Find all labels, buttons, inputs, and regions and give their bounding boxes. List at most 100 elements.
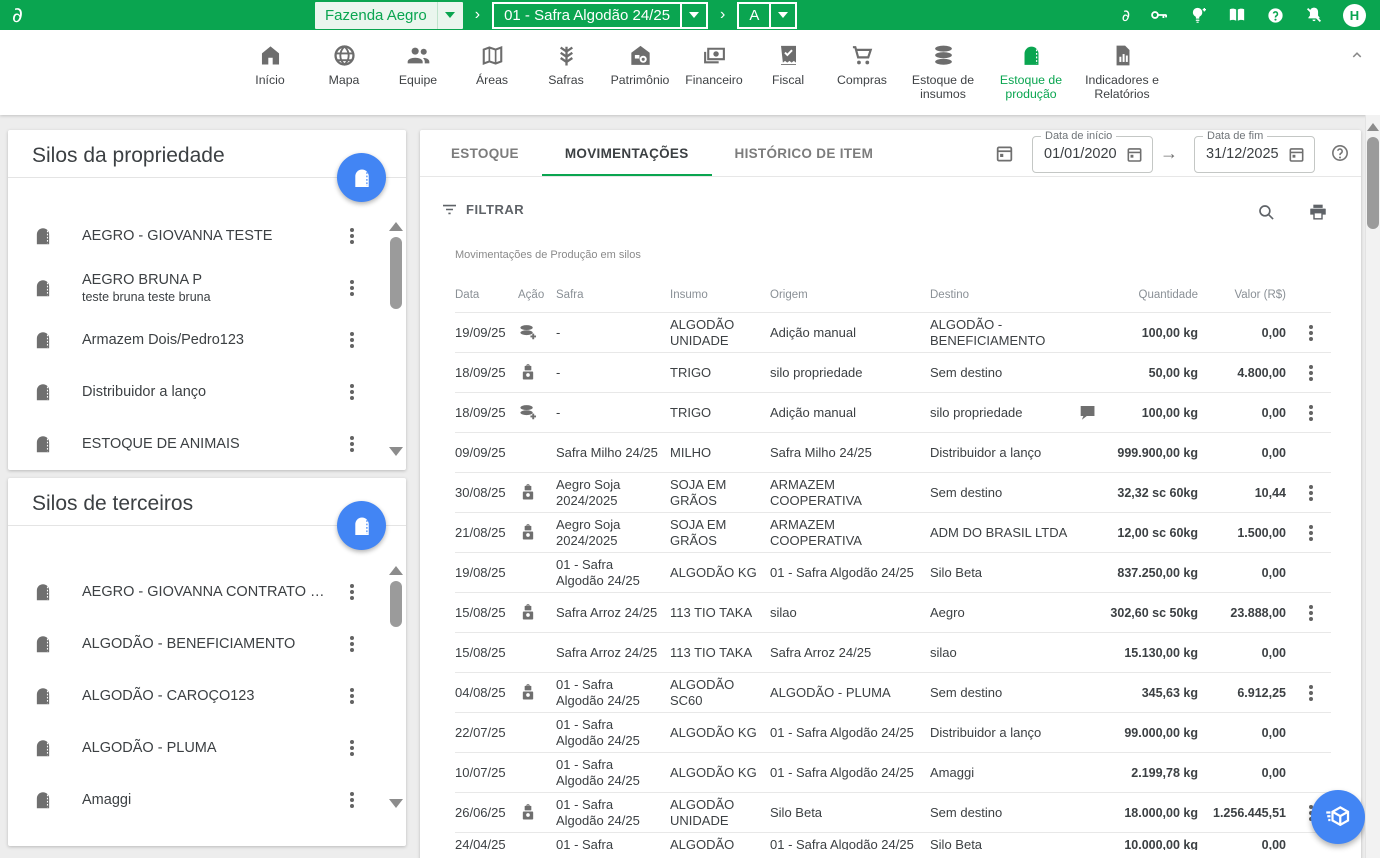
- scroll-down-icon[interactable]: [389, 799, 403, 808]
- scroll-up-icon[interactable]: [389, 222, 403, 231]
- stock-add-icon: [518, 402, 539, 423]
- silo-list-item[interactable]: ALGODÃO - BENEFICIAMENTO: [8, 618, 406, 670]
- user-avatar[interactable]: H: [1343, 4, 1366, 27]
- comment-icon[interactable]: [1078, 403, 1097, 422]
- filter-button[interactable]: FILTRAR: [440, 200, 524, 219]
- library-book-icon[interactable]: [1227, 5, 1247, 25]
- silo-menu-button[interactable]: [340, 632, 364, 656]
- row-menu-button[interactable]: [1299, 481, 1323, 505]
- nav-item-areas[interactable]: Áreas: [455, 43, 529, 87]
- silo-menu-button[interactable]: [340, 788, 364, 812]
- print-button[interactable]: [1304, 198, 1332, 226]
- silo-subtitle: teste bruna teste bruna: [82, 290, 211, 304]
- season-select[interactable]: 01 - Safra Algodão 24/25: [492, 2, 708, 29]
- stock-add-icon: [518, 322, 539, 343]
- property-silos-card: Silos da propriedade AEGRO - GIOVANNA TE…: [8, 130, 406, 470]
- silo-list-item[interactable]: AEGRO - GIOVANNA CONTRATO …: [8, 566, 406, 618]
- scrollbar-thumb[interactable]: [390, 237, 402, 309]
- row-menu-button[interactable]: [1299, 601, 1323, 625]
- plot-select-caret[interactable]: [769, 4, 795, 27]
- row-menu-button[interactable]: [1299, 321, 1323, 345]
- date-range-arrow: →: [1160, 143, 1178, 164]
- receipt-icon: [776, 43, 801, 68]
- silo-list-item[interactable]: ALGODÃO - CAROÇO123: [8, 670, 406, 722]
- cart-icon: [850, 43, 875, 68]
- silo-menu-button[interactable]: [340, 328, 364, 352]
- plot-select[interactable]: A: [737, 2, 797, 29]
- calendar-icon[interactable]: [1287, 145, 1306, 164]
- kebab-icon: [350, 234, 354, 238]
- nav-item-patrimonio[interactable]: Patrimônio: [603, 43, 677, 87]
- silo-menu-button[interactable]: [340, 224, 364, 248]
- nav-item-equipe[interactable]: Equipe: [381, 43, 455, 87]
- silo-menu-button[interactable]: [340, 276, 364, 300]
- silo-list-item[interactable]: Armazem Dois/Pedro123: [8, 314, 406, 366]
- scroll-down-icon[interactable]: [389, 447, 403, 456]
- lightbulb-plus-icon[interactable]: [1188, 5, 1208, 25]
- property-silos-title: Silos da propriedade: [32, 144, 225, 168]
- help-icon[interactable]: [1266, 6, 1285, 25]
- row-menu-button[interactable]: [1299, 681, 1323, 705]
- silo-menu-button[interactable]: [340, 380, 364, 404]
- nav-item-compras[interactable]: Compras: [825, 43, 899, 87]
- season-select-caret[interactable]: [680, 4, 706, 27]
- third-party-list-scrollbar[interactable]: [388, 566, 403, 816]
- calendar-icon[interactable]: [994, 143, 1015, 164]
- silo-list-item[interactable]: Amaggi: [8, 774, 406, 826]
- nav-item-inicio[interactable]: Início: [233, 43, 307, 87]
- date-start-field[interactable]: Data de início 01/01/2020: [1032, 136, 1153, 173]
- nav-item-fiscal[interactable]: Fiscal: [751, 43, 825, 87]
- table-row: 19/08/25 01 - Safra Algodão 24/25 ALGODÃ…: [455, 552, 1331, 592]
- collapse-nav-icon[interactable]: [1348, 46, 1366, 64]
- silo-menu-button[interactable]: [340, 580, 364, 604]
- notifications-off-icon[interactable]: [1304, 5, 1324, 25]
- nav-item-estoque-insumos[interactable]: Estoque de insumos: [899, 43, 987, 101]
- silo-icon: [32, 789, 54, 811]
- silo-list-item[interactable]: AEGRO - GIOVANNA TESTE: [8, 210, 406, 262]
- calendar-icon[interactable]: [1125, 145, 1144, 164]
- tab-movimentacoes[interactable]: MOVIMENTAÇÕES: [542, 130, 712, 176]
- nav-item-estoque-producao[interactable]: Estoque de produção: [987, 43, 1075, 101]
- date-end-value[interactable]: 31/12/2025: [1206, 146, 1279, 162]
- silo-list-item[interactable]: ESTOQUE DE ANIMAIS: [8, 418, 406, 470]
- add-property-silo-button[interactable]: [337, 153, 386, 202]
- page-scrollbar[interactable]: [1365, 115, 1380, 858]
- scrollbar-thumb[interactable]: [390, 581, 402, 627]
- scrollbar-thumb[interactable]: [1367, 137, 1379, 229]
- search-button[interactable]: [1252, 198, 1280, 226]
- row-menu-button[interactable]: [1299, 361, 1323, 385]
- nav-item-financeiro[interactable]: Financeiro: [677, 43, 751, 87]
- people-icon: [406, 43, 431, 68]
- scroll-up-icon[interactable]: [389, 566, 403, 575]
- silo-menu-button[interactable]: [340, 736, 364, 760]
- nav-item-indicadores[interactable]: Indicadores e Relatórios: [1075, 43, 1169, 101]
- silo-list-item[interactable]: AEGRO BRUNA Pteste bruna teste bruna: [8, 262, 406, 314]
- date-start-value[interactable]: 01/01/2020: [1044, 146, 1117, 162]
- silo-menu-button[interactable]: [340, 684, 364, 708]
- row-menu-button[interactable]: [1299, 401, 1323, 425]
- nav-item-safras[interactable]: Safras: [529, 43, 603, 87]
- key-icon[interactable]: [1149, 5, 1169, 25]
- tab-historico-item[interactable]: HISTÓRICO DE ITEM: [712, 130, 897, 176]
- kebab-icon: [350, 442, 354, 446]
- silo-list-item[interactable]: Distribuidor a lanço: [8, 366, 406, 418]
- aegro-logo-icon[interactable]: ∂: [12, 0, 23, 30]
- silo-icon: [32, 737, 54, 759]
- farm-select-caret[interactable]: [437, 2, 463, 29]
- silo-menu-button[interactable]: [340, 432, 364, 456]
- invite-icon[interactable]: ∂: [1122, 6, 1130, 25]
- home-icon: [258, 43, 283, 68]
- silo-list-item[interactable]: ALGODÃO - PLUMA: [8, 722, 406, 774]
- scroll-up-icon[interactable]: [1367, 123, 1379, 131]
- help-outline-icon[interactable]: [1330, 143, 1350, 163]
- caret-down-icon: [445, 12, 455, 18]
- property-list-scrollbar[interactable]: [388, 222, 403, 462]
- row-menu-button[interactable]: [1299, 521, 1323, 545]
- weighing-icon: [518, 603, 538, 623]
- tab-estoque[interactable]: ESTOQUE: [428, 130, 542, 176]
- add-third-party-silo-button[interactable]: [337, 501, 386, 550]
- farm-select[interactable]: Fazenda Aegro: [315, 2, 463, 29]
- new-movement-fab[interactable]: [1311, 790, 1365, 844]
- date-end-field[interactable]: Data de fim 31/12/2025: [1194, 136, 1315, 173]
- nav-item-mapa[interactable]: Mapa: [307, 43, 381, 87]
